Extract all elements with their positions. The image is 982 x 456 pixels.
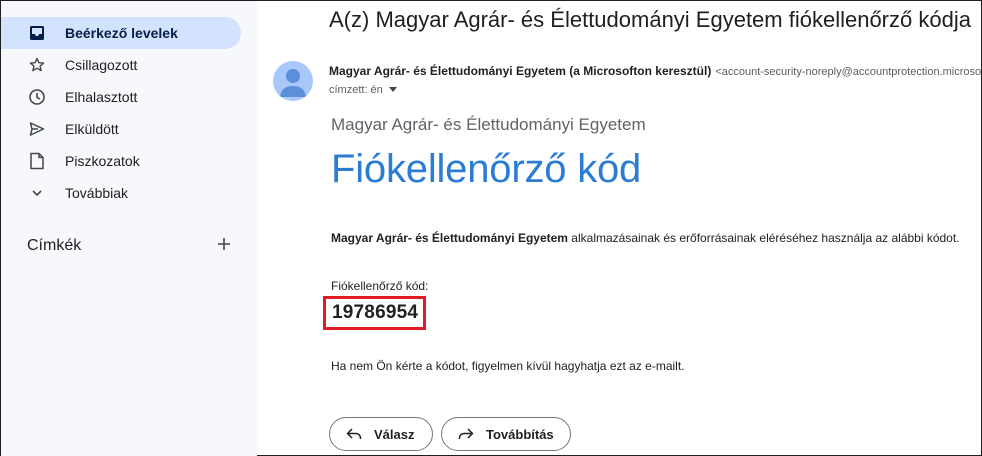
body-text: alkalmazásainak és erőforrásainak elérés… <box>567 231 960 245</box>
recipient-label: címzett: én <box>329 84 383 96</box>
sidebar-item-label: Beérkező levelek <box>65 25 178 41</box>
sender-email: <account-security-noreply@accountprotect… <box>715 66 981 78</box>
recipient-details[interactable]: címzett: én <box>329 84 397 96</box>
body-paragraph: Magyar Agrár- és Élettudományi Egyetem a… <box>331 231 960 245</box>
inbox-icon <box>27 23 47 43</box>
email-subject: A(z) Magyar Agrár- és Élettudományi Egye… <box>329 7 971 32</box>
forward-button[interactable]: Továbbítás <box>441 417 571 451</box>
body-org-name: Magyar Agrár- és Élettudományi Egyetem <box>331 231 568 245</box>
reply-button[interactable]: Válasz <box>329 417 433 451</box>
forward-icon <box>458 427 474 441</box>
code-highlight-box: 19786954 <box>323 296 426 330</box>
reply-label: Válasz <box>374 426 415 442</box>
sender-line: Magyar Agrár- és Élettudományi Egyetem (… <box>329 64 981 78</box>
sidebar-item-sent[interactable]: Elküldött <box>1 113 241 145</box>
reply-icon <box>346 427 362 441</box>
sidebar-item-inbox[interactable]: Beérkező levelek <box>1 17 241 49</box>
star-icon <box>27 55 47 75</box>
sidebar-item-starred[interactable]: Csillagozott <box>1 49 241 81</box>
person-icon <box>280 69 306 97</box>
sidebar-item-drafts[interactable]: Piszkozatok <box>1 145 241 177</box>
sidebar-item-label: Elhalasztott <box>65 89 138 105</box>
add-label-button[interactable] <box>213 235 235 257</box>
verification-code: 19786954 <box>332 302 419 323</box>
sidebar-item-label: Piszkozatok <box>65 153 140 169</box>
verification-title: Fiókellenőrző kód <box>331 147 642 191</box>
sidebar-item-label: Elküldött <box>65 121 119 137</box>
forward-label: Továbbítás <box>486 426 554 442</box>
chevron-down-icon <box>27 183 47 203</box>
avatar[interactable] <box>273 61 313 101</box>
caret-down-icon <box>388 87 397 93</box>
clock-icon <box>27 87 47 107</box>
sender-name[interactable]: Magyar Agrár- és Élettudományi Egyetem (… <box>329 64 711 78</box>
labels-header: Címkék <box>27 237 82 254</box>
sidebar-item-label: Csillagozott <box>65 57 138 73</box>
email-view: A(z) Magyar Agrár- és Élettudományi Egye… <box>257 1 981 456</box>
sidebar: Beérkező levelek Csillagozott Elhalaszto… <box>1 1 257 456</box>
code-label: Fiókellenőrző kód: <box>331 279 429 293</box>
draft-icon <box>27 151 47 171</box>
ignore-notice: Ha nem Ön kérte a kódot, figyelmen kívül… <box>331 359 685 373</box>
send-icon <box>27 119 47 139</box>
sidebar-item-more[interactable]: Továbbiak <box>1 177 241 209</box>
plus-icon <box>217 237 231 256</box>
sidebar-item-snoozed[interactable]: Elhalasztott <box>1 81 241 113</box>
org-title: Magyar Agrár- és Élettudományi Egyetem <box>331 115 646 134</box>
sidebar-item-label: Továbbiak <box>65 185 129 201</box>
